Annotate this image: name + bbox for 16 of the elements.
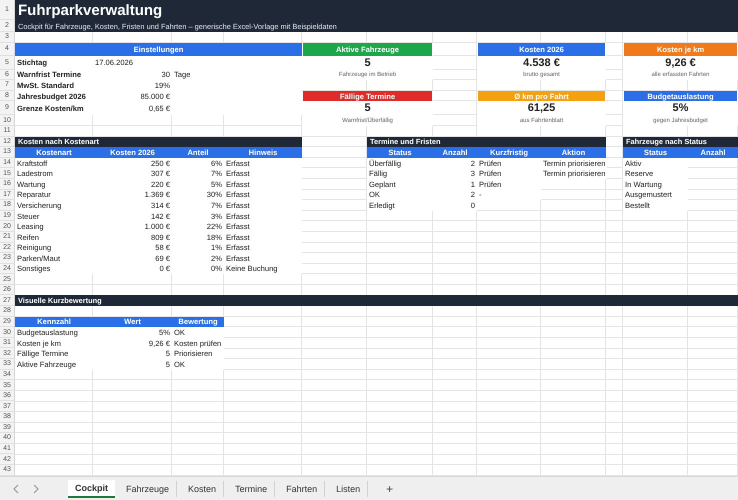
sheet-tab[interactable]: Listen	[329, 480, 368, 496]
add-sheet-button[interactable]: +	[382, 482, 398, 496]
sheet-tab[interactable]: Cockpit	[68, 480, 116, 498]
sheet-tab[interactable]: Kosten	[181, 480, 224, 496]
sheet-tab[interactable]: Termine	[228, 480, 276, 496]
sheet-title: Fuhrparkverwaltung	[15, 0, 738, 20]
sheet-tab[interactable]: Fahrzeuge	[119, 480, 178, 496]
chevron-right-icon[interactable]	[32, 484, 40, 494]
kpi-value: 5	[364, 101, 371, 116]
chevron-left-icon[interactable]	[12, 484, 20, 494]
kpi-value: 61,25	[528, 101, 556, 116]
kpi-value: 5%	[672, 101, 688, 116]
kpi-value: 4.538 €	[523, 56, 560, 70]
kpi-value: 9,26 €	[665, 56, 696, 70]
kpi-value: 5	[364, 56, 371, 70]
sheet-tab[interactable]: Fahrten	[279, 480, 326, 496]
